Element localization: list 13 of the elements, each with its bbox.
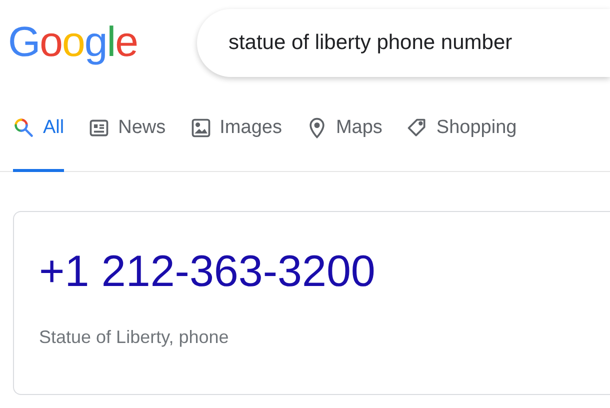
tag-icon (406, 117, 428, 139)
tab[interactable]: News (88, 110, 166, 172)
logo[interactable]: Google (8, 21, 138, 63)
tab[interactable]: Maps (306, 110, 382, 172)
newspaper-icon (88, 117, 110, 139)
tab[interactable]: Shopping (406, 110, 517, 172)
tab[interactable]: Images (190, 110, 282, 172)
image-icon (190, 117, 212, 139)
phone-number: +1 212-363-3200 (39, 250, 376, 294)
search-field[interactable]: statue of liberty phone number (197, 9, 610, 77)
tab[interactable]: All (13, 110, 64, 172)
search-icon (13, 117, 35, 139)
result-caption: Statue of Liberty, phone (39, 326, 229, 349)
